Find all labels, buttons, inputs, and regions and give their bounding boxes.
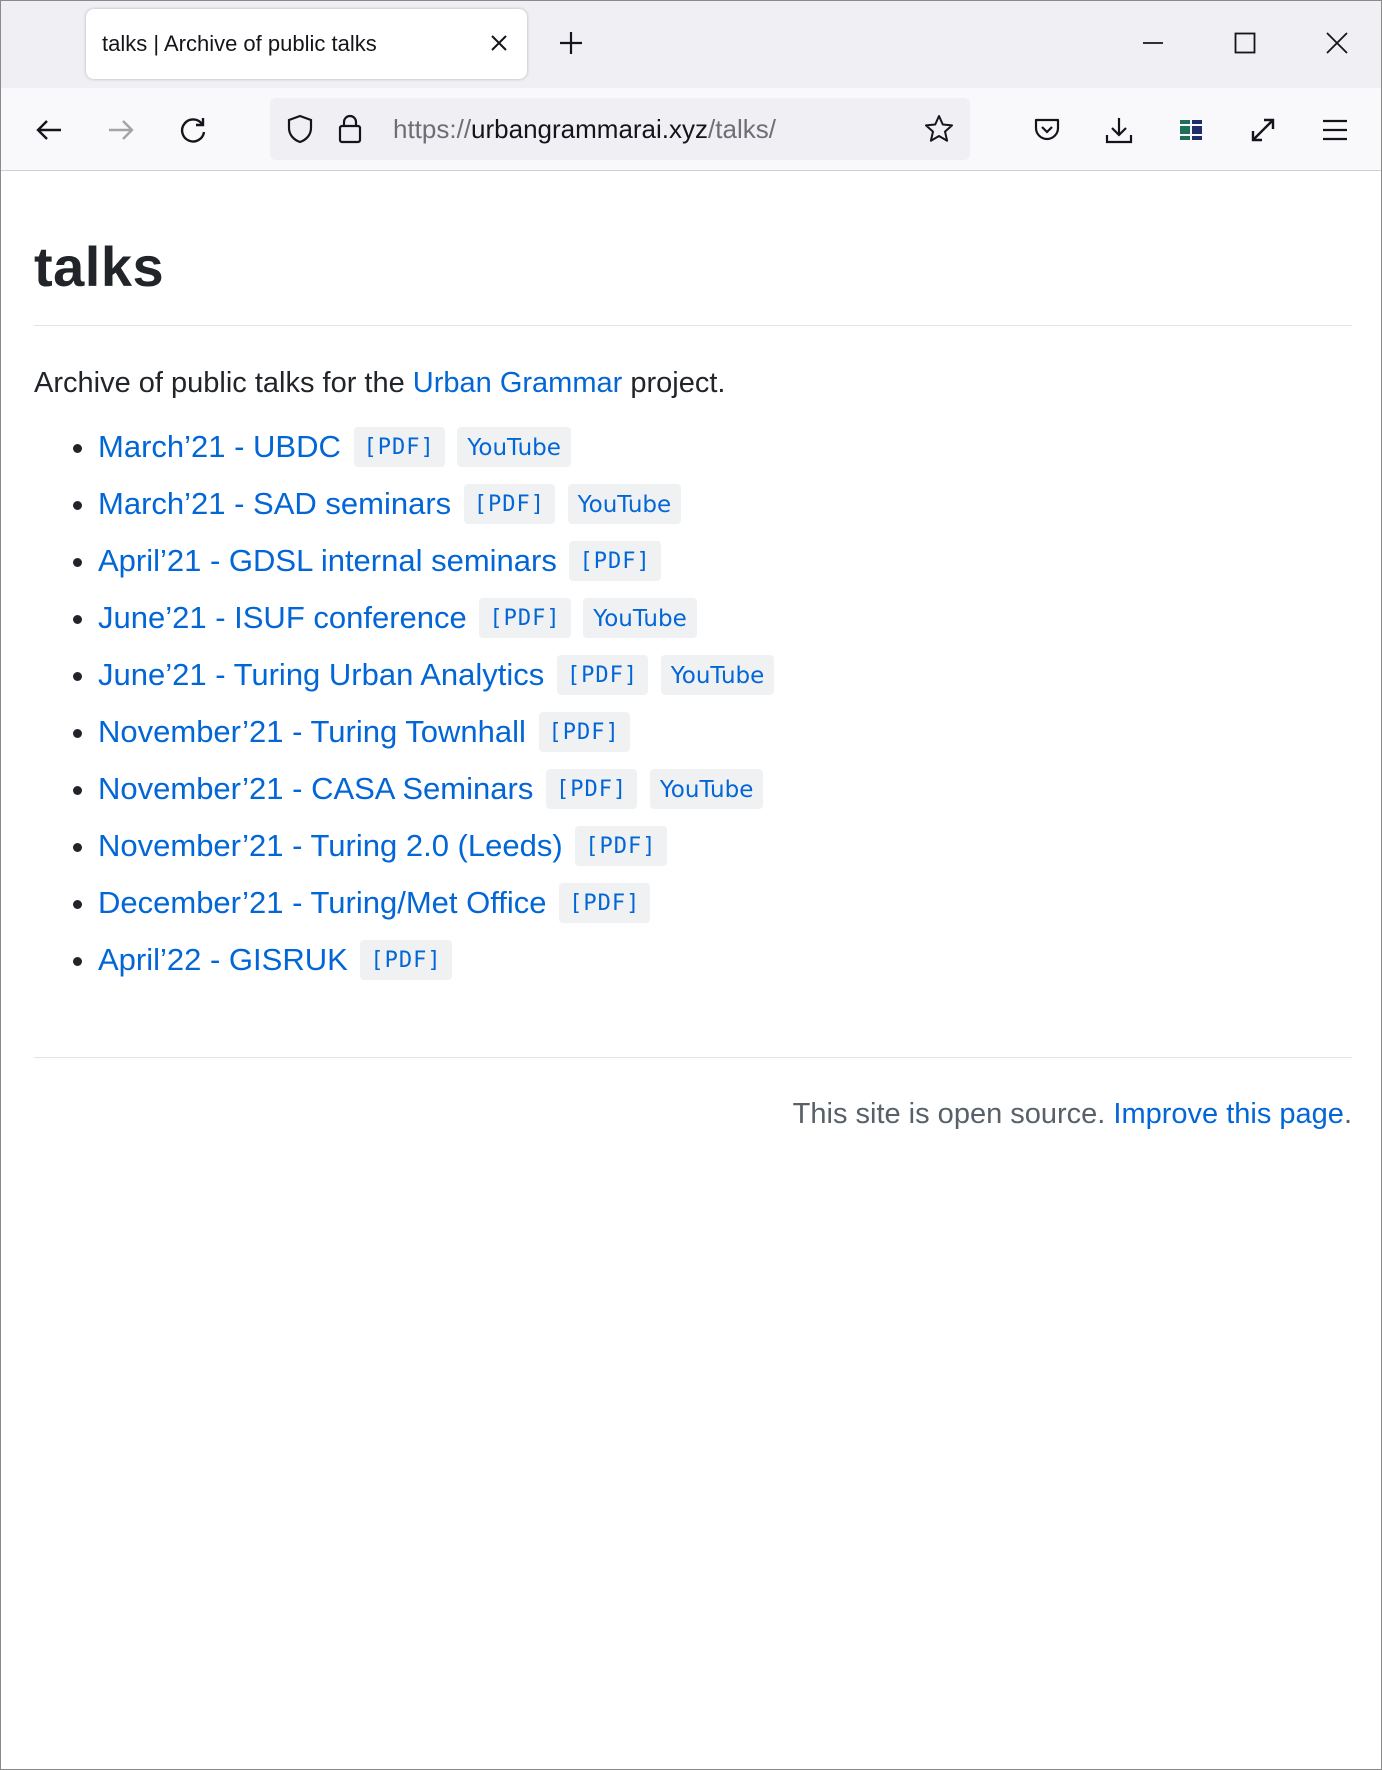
url-path: /talks/ bbox=[708, 114, 776, 144]
pdf-link[interactable]: [PDF] bbox=[559, 882, 651, 923]
page-title: talks bbox=[34, 235, 165, 298]
list-item: June’21 - Turing Urban Analytics [PDF] Y… bbox=[98, 654, 1352, 712]
forward-arrow-icon[interactable] bbox=[97, 106, 145, 154]
list-item: November’21 - CASA Seminars [PDF] YouTub… bbox=[98, 768, 1352, 826]
minimize-icon[interactable] bbox=[1123, 19, 1183, 67]
reload-icon[interactable] bbox=[169, 106, 217, 154]
footer-text: This site is open source. bbox=[792, 1097, 1114, 1130]
extension-icon[interactable] bbox=[1167, 106, 1215, 154]
footer: This site is open source. Improve this p… bbox=[34, 1098, 1352, 1131]
menu-icon[interactable] bbox=[1311, 106, 1359, 154]
pdf-link[interactable]: [PDF] bbox=[360, 939, 452, 980]
page-content: talks Archive of public talks for the Ur… bbox=[34, 171, 1352, 1131]
lock-icon[interactable] bbox=[334, 113, 366, 145]
youtube-link[interactable]: YouTube bbox=[649, 768, 764, 809]
nav-bar: https://urbangrammarai.xyz/talks/ bbox=[1, 88, 1381, 171]
talk-link[interactable]: December’21 - Turing/Met Office bbox=[98, 885, 547, 920]
list-item: June’21 - ISUF conference [PDF] YouTube bbox=[98, 597, 1352, 655]
title-divider bbox=[34, 325, 1352, 326]
intro-paragraph: Archive of public talks for the Urban Gr… bbox=[34, 366, 1352, 401]
pocket-icon[interactable] bbox=[1023, 106, 1071, 154]
youtube-link[interactable]: YouTube bbox=[457, 426, 571, 467]
tab-active[interactable]: talks | Archive of public talks bbox=[86, 9, 527, 79]
talk-link[interactable]: June’21 - ISUF conference bbox=[98, 600, 467, 635]
tab-title: talks | Archive of public talks bbox=[102, 31, 377, 56]
improve-page-link[interactable]: Improve this page bbox=[1113, 1098, 1344, 1130]
pdf-link[interactable]: [PDF] bbox=[538, 711, 630, 752]
talk-link[interactable]: November’21 - Turing 2.0 (Leeds) bbox=[98, 828, 563, 863]
talk-link[interactable]: June’21 - Turing Urban Analytics bbox=[98, 657, 544, 692]
pdf-link[interactable]: [PDF] bbox=[569, 540, 661, 581]
talk-link[interactable]: November’21 - CASA Seminars bbox=[98, 771, 533, 806]
list-item: April’21 - GDSL internal seminars [PDF] bbox=[98, 540, 1352, 598]
pdf-link[interactable]: [PDF] bbox=[575, 825, 667, 866]
talk-link[interactable]: March’21 - SAD seminars bbox=[98, 486, 451, 521]
back-arrow-icon[interactable] bbox=[25, 106, 73, 154]
url-scheme: https:// bbox=[393, 114, 472, 144]
close-tab-icon[interactable] bbox=[485, 29, 513, 57]
talk-link[interactable]: November’21 - Turing Townhall bbox=[98, 714, 526, 749]
close-window-icon[interactable] bbox=[1307, 19, 1367, 67]
youtube-link[interactable]: YouTube bbox=[567, 483, 682, 524]
shield-icon[interactable] bbox=[284, 113, 316, 145]
downloads-icon[interactable] bbox=[1095, 106, 1143, 154]
urban-grammar-link[interactable]: Urban Grammar bbox=[413, 367, 623, 399]
maximize-icon[interactable] bbox=[1215, 19, 1275, 67]
fullscreen-icon[interactable] bbox=[1239, 106, 1287, 154]
list-item: November’21 - Turing 2.0 (Leeds) [PDF] bbox=[98, 825, 1352, 883]
pdf-link[interactable]: [PDF] bbox=[463, 483, 556, 524]
browser-window: talks | Archive of public talks https://… bbox=[0, 0, 1382, 1770]
url-domain: urbangrammarai.xyz bbox=[471, 114, 709, 144]
new-tab-icon[interactable] bbox=[553, 25, 589, 61]
talk-link[interactable]: March’21 - UBDC bbox=[98, 429, 341, 464]
tab-strip: talks | Archive of public talks bbox=[1, 1, 1381, 88]
list-item: March’21 - SAD seminars [PDF] YouTube bbox=[98, 483, 1352, 541]
list-item: March’21 - UBDC [PDF] YouTube bbox=[98, 426, 1352, 484]
talk-link[interactable]: April’21 - GDSL internal seminars bbox=[98, 543, 557, 578]
youtube-link[interactable]: YouTube bbox=[583, 597, 697, 638]
footer-divider bbox=[34, 1056, 1352, 1058]
list-item: December’21 - Turing/Met Office [PDF] bbox=[98, 882, 1352, 940]
list-item: April’22 - GISRUK [PDF] bbox=[98, 939, 1352, 997]
pdf-link[interactable]: [PDF] bbox=[479, 597, 571, 638]
url-bar[interactable]: https://urbangrammarai.xyz/talks/ bbox=[270, 98, 970, 160]
url-text[interactable]: https://urbangrammarai.xyz/talks/ bbox=[393, 114, 776, 145]
pdf-link[interactable]: [PDF] bbox=[545, 768, 638, 809]
pdf-link[interactable]: [PDF] bbox=[353, 426, 445, 467]
bookmark-star-icon[interactable] bbox=[922, 112, 956, 146]
intro-suffix: project. bbox=[622, 367, 726, 399]
youtube-link[interactable]: YouTube bbox=[660, 654, 775, 695]
talks-list: March’21 - UBDC [PDF] YouTube March’21 -… bbox=[34, 426, 1352, 997]
talk-link[interactable]: April’22 - GISRUK bbox=[98, 942, 348, 977]
footer-end: . bbox=[1343, 1097, 1352, 1130]
list-item: November’21 - Turing Townhall [PDF] bbox=[98, 711, 1352, 769]
pdf-link[interactable]: [PDF] bbox=[556, 654, 649, 695]
intro-prefix: Archive of public talks for the bbox=[34, 367, 413, 399]
